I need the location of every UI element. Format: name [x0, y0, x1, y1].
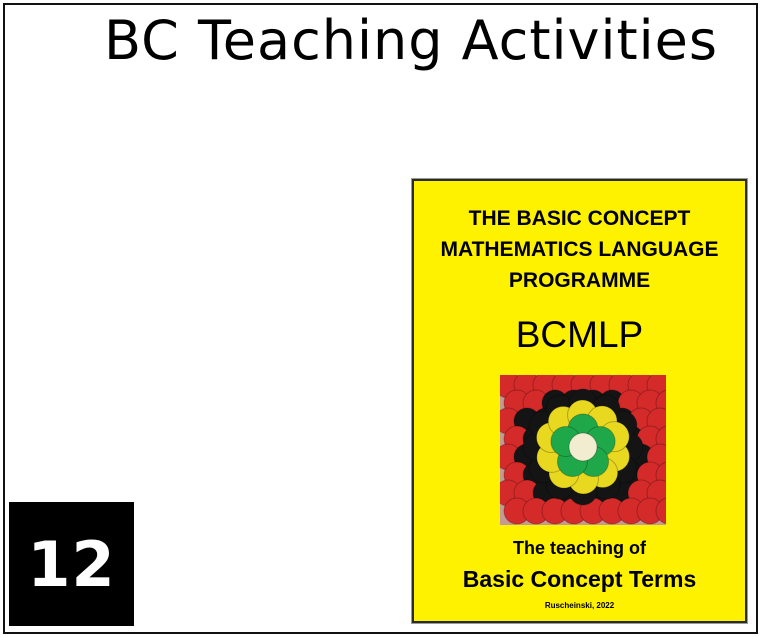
cover-heading-line: THE BASIC CONCEPT — [468, 207, 691, 230]
page-number: 12 — [27, 527, 116, 601]
counters-pattern-graphic — [500, 375, 666, 525]
cover-subtitle: The teaching of — [512, 538, 646, 558]
cover-terms: Basic Concept Terms — [462, 566, 697, 592]
page-number-badge: 12 — [9, 502, 134, 626]
cover-heading: THE BASIC CONCEPT MATHEMATICS LANGUAGE P… — [414, 203, 745, 296]
page-title: BC Teaching Activities — [104, 9, 719, 72]
counters-flower-pattern-image — [500, 375, 666, 525]
cover-heading-line: PROGRAMME — [508, 269, 651, 292]
counter-disc-center — [568, 432, 598, 462]
cover-heading-line: MATHEMATICS LANGUAGE — [440, 238, 719, 261]
cover-acronym: BCMLP — [515, 314, 644, 355]
cover-author: Ruscheinski, 2022 — [544, 601, 615, 610]
book-cover: THE BASIC CONCEPT MATHEMATICS LANGUAGE P… — [411, 178, 748, 624]
